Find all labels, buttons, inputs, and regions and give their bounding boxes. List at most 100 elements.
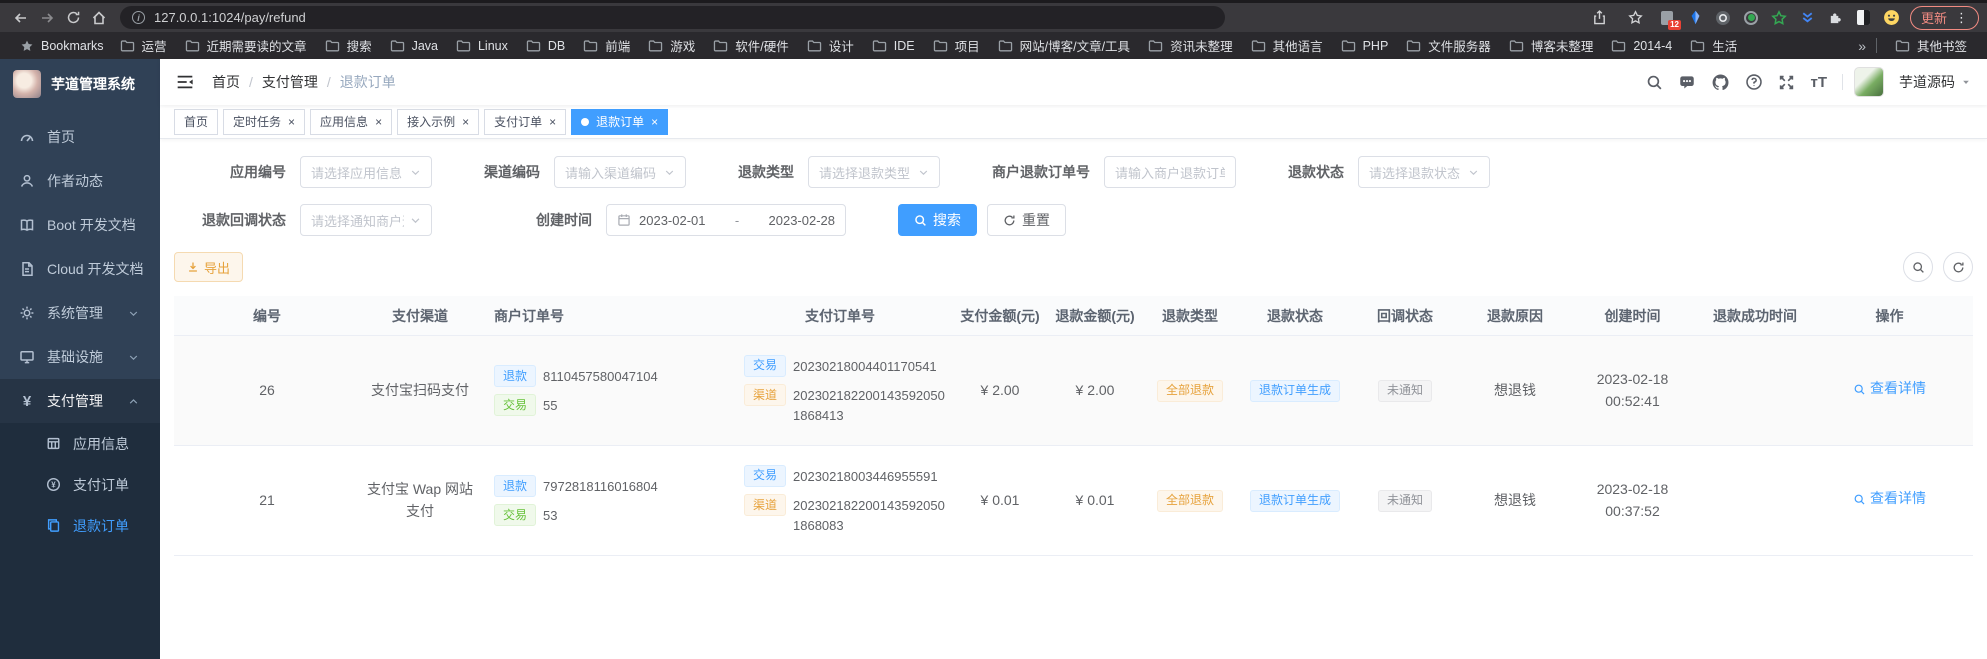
extension-dark-circle[interactable] [1715, 9, 1732, 26]
bookmark-star-icon[interactable] [1623, 6, 1649, 30]
sidebar-subitem-0[interactable]: 应用信息 [0, 423, 160, 464]
bookmark-folder[interactable]: 项目 [925, 33, 988, 58]
bookmark-folder[interactable]: 前端 [575, 33, 638, 58]
sidebar-item-5[interactable]: 基础设施 [0, 335, 160, 379]
tab-首页[interactable]: 首页 [174, 109, 218, 135]
tab-应用信息[interactable]: 应用信息 × [310, 109, 392, 135]
sidebar-subitem-1[interactable]: ¥ 支付订单 [0, 464, 160, 505]
filter-select[interactable]: 请选择退款类型 [808, 156, 940, 188]
app-logo[interactable]: 芋道管理系统 [0, 59, 160, 109]
view-detail-link[interactable]: 查看详情 [1853, 488, 1926, 510]
menu-kebab-icon[interactable]: ⋮ [1955, 10, 1968, 26]
extension-green-dot[interactable] [1743, 9, 1760, 26]
export-button[interactable]: 导出 [174, 252, 243, 282]
bookmark-folder[interactable]: 博客未整理 [1501, 33, 1602, 58]
placeholder-text: 请选择退款类型 [819, 163, 912, 182]
view-detail-label: 查看详情 [1870, 488, 1926, 510]
search-button[interactable]: 搜索 [898, 204, 977, 236]
bookmark-folder[interactable]: 搜索 [317, 33, 380, 58]
bookmarks-root[interactable]: Bookmarks [12, 36, 112, 56]
bookmark-folder[interactable]: Java [382, 36, 446, 56]
home-icon[interactable] [86, 6, 112, 30]
extension-green-star[interactable] [1771, 9, 1788, 26]
forward-arrow-icon [39, 10, 55, 26]
search-icon[interactable] [1646, 74, 1663, 91]
filter-input[interactable]: 请输入商户退款订单号 [1104, 156, 1236, 188]
filter-select[interactable]: 请选择退款状态 [1358, 156, 1490, 188]
address-bar[interactable]: i 127.0.0.1:1024/pay/refund [120, 6, 1225, 29]
sidebar-fold-icon[interactable] [176, 73, 194, 91]
magnifier-icon [1853, 383, 1866, 396]
book-icon [19, 217, 35, 233]
close-icon[interactable]: × [462, 116, 469, 128]
bookmark-folder[interactable]: 运营 [112, 33, 175, 58]
close-icon[interactable]: × [375, 116, 382, 128]
breadcrumb-item[interactable]: 支付管理 [262, 72, 318, 92]
sidebar-item-6[interactable]: ¥ 支付管理 [0, 379, 160, 423]
bookmark-folder[interactable]: IDE [864, 36, 923, 56]
bookmark-folder[interactable]: 软件/硬件 [705, 33, 796, 58]
sidebar-item-1[interactable]: 作者动态 [0, 159, 160, 203]
help-icon[interactable] [1745, 73, 1763, 91]
share-icon[interactable] [1587, 6, 1613, 30]
toggle-search-button[interactable] [1903, 252, 1933, 282]
bookmark-folder[interactable]: 文件服务器 [1398, 33, 1499, 58]
bookmark-folder[interactable]: PHP [1333, 36, 1397, 56]
site-info-icon[interactable]: i [132, 11, 145, 24]
sidebar-item-0[interactable]: 首页 [0, 115, 160, 159]
sidebar-item-2[interactable]: Boot 开发文档 [0, 203, 160, 247]
bookmark-folder[interactable]: 游戏 [640, 33, 703, 58]
sidebar-item-4[interactable]: 系统管理 [0, 291, 160, 335]
refresh-table-button[interactable] [1943, 252, 1973, 282]
reset-button[interactable]: 重置 [987, 204, 1066, 236]
extension-update-badge[interactable]: 12 [1659, 9, 1676, 26]
close-icon[interactable]: × [288, 116, 295, 128]
filter-select[interactable]: 请选择应用信息 [300, 156, 432, 188]
tab-定时任务[interactable]: 定时任务 × [223, 109, 305, 135]
callback-status-select[interactable]: 请选择通知商户退款结果的 [300, 204, 432, 236]
fullscreen-icon[interactable] [1778, 74, 1795, 91]
message-icon[interactable] [1678, 73, 1696, 91]
extension-reader-mode[interactable] [1855, 9, 1872, 26]
close-icon[interactable]: × [651, 116, 658, 128]
bookmark-folder[interactable]: 2014-4 [1603, 36, 1680, 56]
bookmark-folder[interactable]: 资讯未整理 [1140, 33, 1241, 58]
bookmark-folder[interactable]: Linux [448, 36, 516, 56]
sidebar-subitem-2[interactable]: 退款订单 [0, 505, 160, 546]
sidebar-item-3[interactable]: Cloud 开发文档 [0, 247, 160, 291]
extension-blue-kite[interactable] [1687, 9, 1704, 26]
close-icon[interactable]: × [549, 116, 556, 128]
chrome-update-button[interactable]: 更新 ⋮ [1910, 6, 1979, 30]
breadcrumb-item[interactable]: 首页 [212, 72, 240, 92]
tab-支付订单[interactable]: 支付订单 × [484, 109, 566, 135]
tab-接入示例[interactable]: 接入示例 × [397, 109, 479, 135]
refund-type-badge: 全部退款 [1157, 380, 1223, 402]
bookmark-label: 网站/博客/文章/工具 [1020, 36, 1130, 55]
caret-down-icon [1961, 77, 1971, 87]
extensions-strip: 12 [1659, 9, 1900, 26]
view-detail-link[interactable]: 查看详情 [1853, 378, 1926, 400]
user-menu[interactable]: 芋道源码 [1899, 72, 1971, 92]
cell-callback-status: 未通知 [1350, 369, 1460, 411]
bookmark-folder[interactable]: DB [518, 36, 573, 56]
profile-avatar[interactable] [1883, 9, 1900, 26]
bookmark-folder[interactable]: 网站/博客/文章/工具 [990, 33, 1138, 58]
gauge-icon [19, 129, 35, 145]
extensions-puzzle[interactable] [1827, 9, 1844, 26]
bookmark-folder[interactable]: 设计 [799, 33, 862, 58]
github-icon[interactable] [1711, 73, 1730, 92]
extension-double-chevron[interactable] [1799, 9, 1816, 26]
create-time-range-picker[interactable]: 2023-02-01 - 2023-02-28 [606, 204, 846, 236]
bookmarks-overflow-chevron[interactable]: » [1858, 38, 1866, 54]
font-size-icon[interactable]: ᴛT [1810, 75, 1827, 90]
reload-icon[interactable] [60, 6, 86, 30]
filter-select[interactable]: 请输入渠道编码 [554, 156, 686, 188]
tab-退款订单[interactable]: 退款订单 × [571, 109, 668, 135]
back-icon[interactable] [8, 6, 34, 30]
bookmark-folder[interactable]: 其他语言 [1243, 33, 1331, 58]
forward-icon[interactable] [34, 6, 60, 30]
bookmark-folder[interactable]: 生活 [1682, 33, 1745, 58]
bookmark-folder[interactable]: 近期需要读的文章 [177, 33, 315, 58]
user-avatar[interactable] [1854, 67, 1884, 97]
other-bookmarks-folder[interactable]: 其他书签 [1887, 33, 1975, 58]
